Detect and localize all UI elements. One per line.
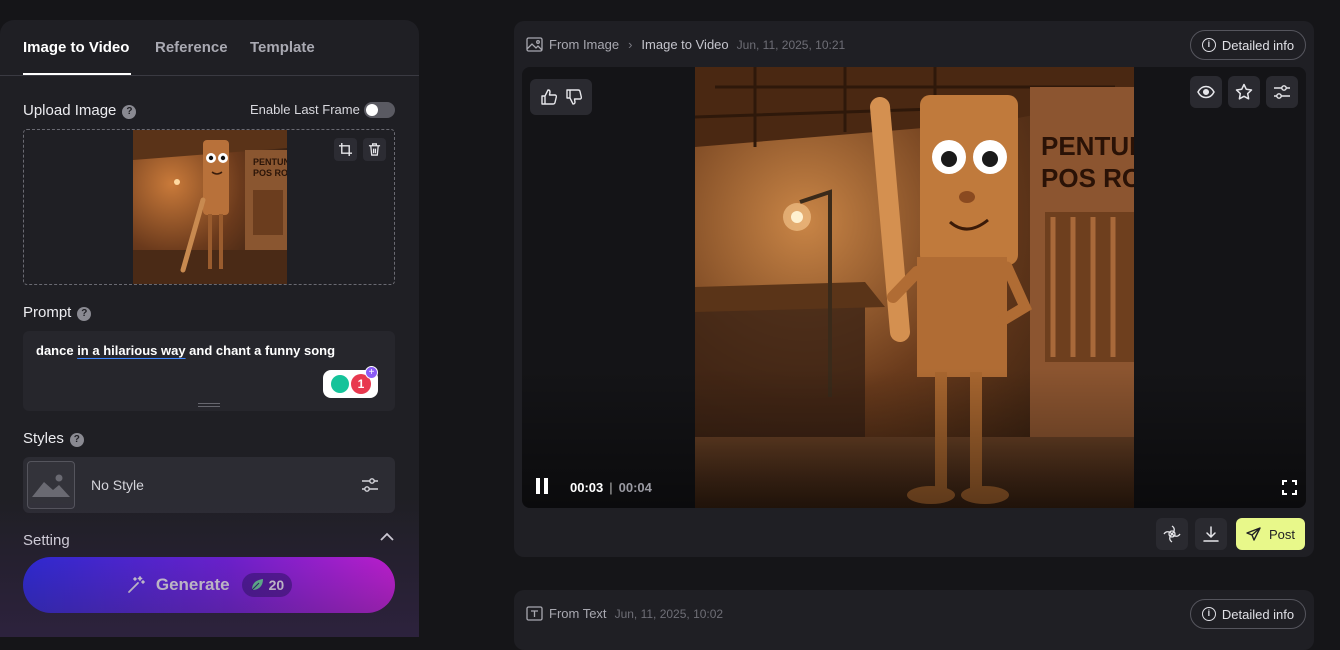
enable-last-frame-toggle[interactable]: [364, 102, 395, 118]
result-card: From Image › Image to Video Jun, 11, 202…: [514, 21, 1314, 557]
time-divider: |: [609, 480, 613, 495]
breadcrumb-source[interactable]: From Image: [549, 37, 619, 52]
prompt-label: Prompt: [23, 304, 72, 321]
styles-label: Styles: [23, 430, 64, 447]
help-icon[interactable]: ?: [77, 307, 92, 321]
tab-image-to-video[interactable]: Image to Video: [23, 39, 129, 56]
feedback-group: [530, 79, 592, 115]
duration: 00:04: [618, 480, 652, 495]
detailed-info-label: Detailed info: [1221, 37, 1295, 53]
tab-reference[interactable]: Reference: [155, 39, 228, 56]
plus-icon: +: [365, 366, 378, 379]
breadcrumb-source-2[interactable]: From Text: [549, 606, 607, 621]
thumbs-down-icon[interactable]: [565, 88, 583, 106]
text-icon: [526, 606, 543, 621]
timestamp: Jun, 11, 2025, 10:21: [736, 37, 846, 52]
video-sign-line-2: POS RONI: [1041, 163, 1134, 193]
help-icon[interactable]: ?: [69, 433, 84, 447]
detailed-info-button-2[interactable]: i Detailed info: [1190, 599, 1306, 629]
chevron-up-icon[interactable]: [380, 532, 394, 542]
leaf-icon: [251, 579, 263, 591]
favorite-button[interactable]: [1228, 76, 1260, 108]
sliders-icon: [1274, 85, 1290, 99]
prompt-text-start: dance: [36, 343, 78, 358]
current-time: 00:03: [570, 480, 604, 495]
enable-last-frame-label: Enable Last Frame: [250, 102, 360, 117]
detailed-info-label-2: Detailed info: [1221, 606, 1295, 622]
video-player[interactable]: PENTUNG POS RONI: [522, 67, 1306, 508]
detailed-info-button[interactable]: i Detailed info: [1190, 30, 1306, 60]
trash-icon: [368, 143, 381, 156]
timestamp-2: Jun, 11, 2025, 10:02: [614, 606, 724, 621]
breadcrumb: From Image › Image to Video Jun, 11, 202…: [526, 37, 845, 52]
active-tab-indicator: [23, 73, 131, 75]
info-icon: i: [1201, 607, 1216, 621]
mode-tabs: Image to Video Reference Template: [0, 20, 419, 76]
image-placeholder-icon: [27, 461, 75, 509]
prompt-heading: Prompt?: [23, 304, 92, 321]
fullscreen-icon[interactable]: [1282, 480, 1297, 495]
info-icon: i: [1201, 38, 1216, 52]
upload-dropzone[interactable]: PENTUNG POS RONI: [23, 129, 395, 285]
eye-icon: [1197, 85, 1215, 99]
post-button[interactable]: Post: [1236, 518, 1305, 550]
thumb-sign-line-2: POS RONI: [253, 168, 287, 178]
upload-image-label: Upload Image: [23, 102, 117, 119]
grammarly-badge[interactable]: 1 +: [323, 366, 378, 398]
download-icon: [1203, 526, 1219, 542]
thumbs-up-icon[interactable]: [540, 88, 558, 106]
prompt-text-end: and chant a funny song: [185, 343, 336, 358]
tab-template[interactable]: Template: [250, 39, 315, 56]
preview-button[interactable]: [1190, 76, 1222, 108]
generation-panel: Image to Video Reference Template Upload…: [0, 20, 419, 637]
uploaded-image-thumbnail: PENTUNG POS RONI: [133, 130, 287, 284]
playback-time: 00:03 | 00:04: [570, 480, 652, 495]
style-selector[interactable]: No Style: [23, 457, 395, 513]
crop-button[interactable]: [334, 138, 357, 161]
generate-label: Generate: [155, 575, 230, 594]
credit-count: 20: [268, 577, 285, 593]
download-button[interactable]: [1195, 518, 1227, 550]
pause-icon[interactable]: [536, 478, 548, 494]
chevron-right-icon: ›: [628, 37, 633, 52]
star-icon: [1235, 83, 1253, 100]
prompt-textarea[interactable]: dance in a hilarious way and chant a fun…: [23, 331, 395, 411]
breadcrumb-mode: Image to Video: [641, 37, 729, 52]
delete-image-button[interactable]: [363, 138, 386, 161]
result-card-2: From Text Jun, 11, 2025, 10:02 i Detaile…: [514, 590, 1314, 650]
grammarly-icon: [331, 375, 349, 393]
breadcrumb-2: From Text Jun, 11, 2025, 10:02: [526, 606, 723, 621]
thumb-sign-line-1: PENTUNG: [253, 157, 287, 167]
crop-icon: [339, 143, 352, 156]
sliders-icon[interactable]: [361, 476, 379, 494]
prompt-text[interactable]: dance in a hilarious way and chant a fun…: [36, 343, 335, 358]
styles-heading: Styles?: [23, 430, 84, 447]
video-sign-line-1: PENTUNG: [1041, 131, 1134, 161]
generate-button[interactable]: Generate 20: [23, 557, 395, 613]
setting-label[interactable]: Setting: [23, 532, 70, 549]
post-label: Post: [1268, 526, 1295, 542]
send-icon: [1246, 526, 1261, 541]
resize-handle[interactable]: [198, 403, 220, 407]
ai-icon: [1163, 525, 1181, 543]
grammar-suggestion[interactable]: in a hilarious way: [77, 343, 185, 358]
adjust-button[interactable]: [1266, 76, 1298, 108]
upload-image-heading: Upload Image?: [23, 102, 137, 119]
magic-wand-icon: [127, 576, 145, 593]
style-name: No Style: [91, 477, 144, 493]
image-icon: [526, 37, 543, 52]
toggle-knob: [366, 104, 378, 116]
credit-cost-badge: 20: [241, 573, 293, 597]
help-icon[interactable]: ?: [122, 105, 137, 119]
ai-enhance-button[interactable]: [1156, 518, 1188, 550]
